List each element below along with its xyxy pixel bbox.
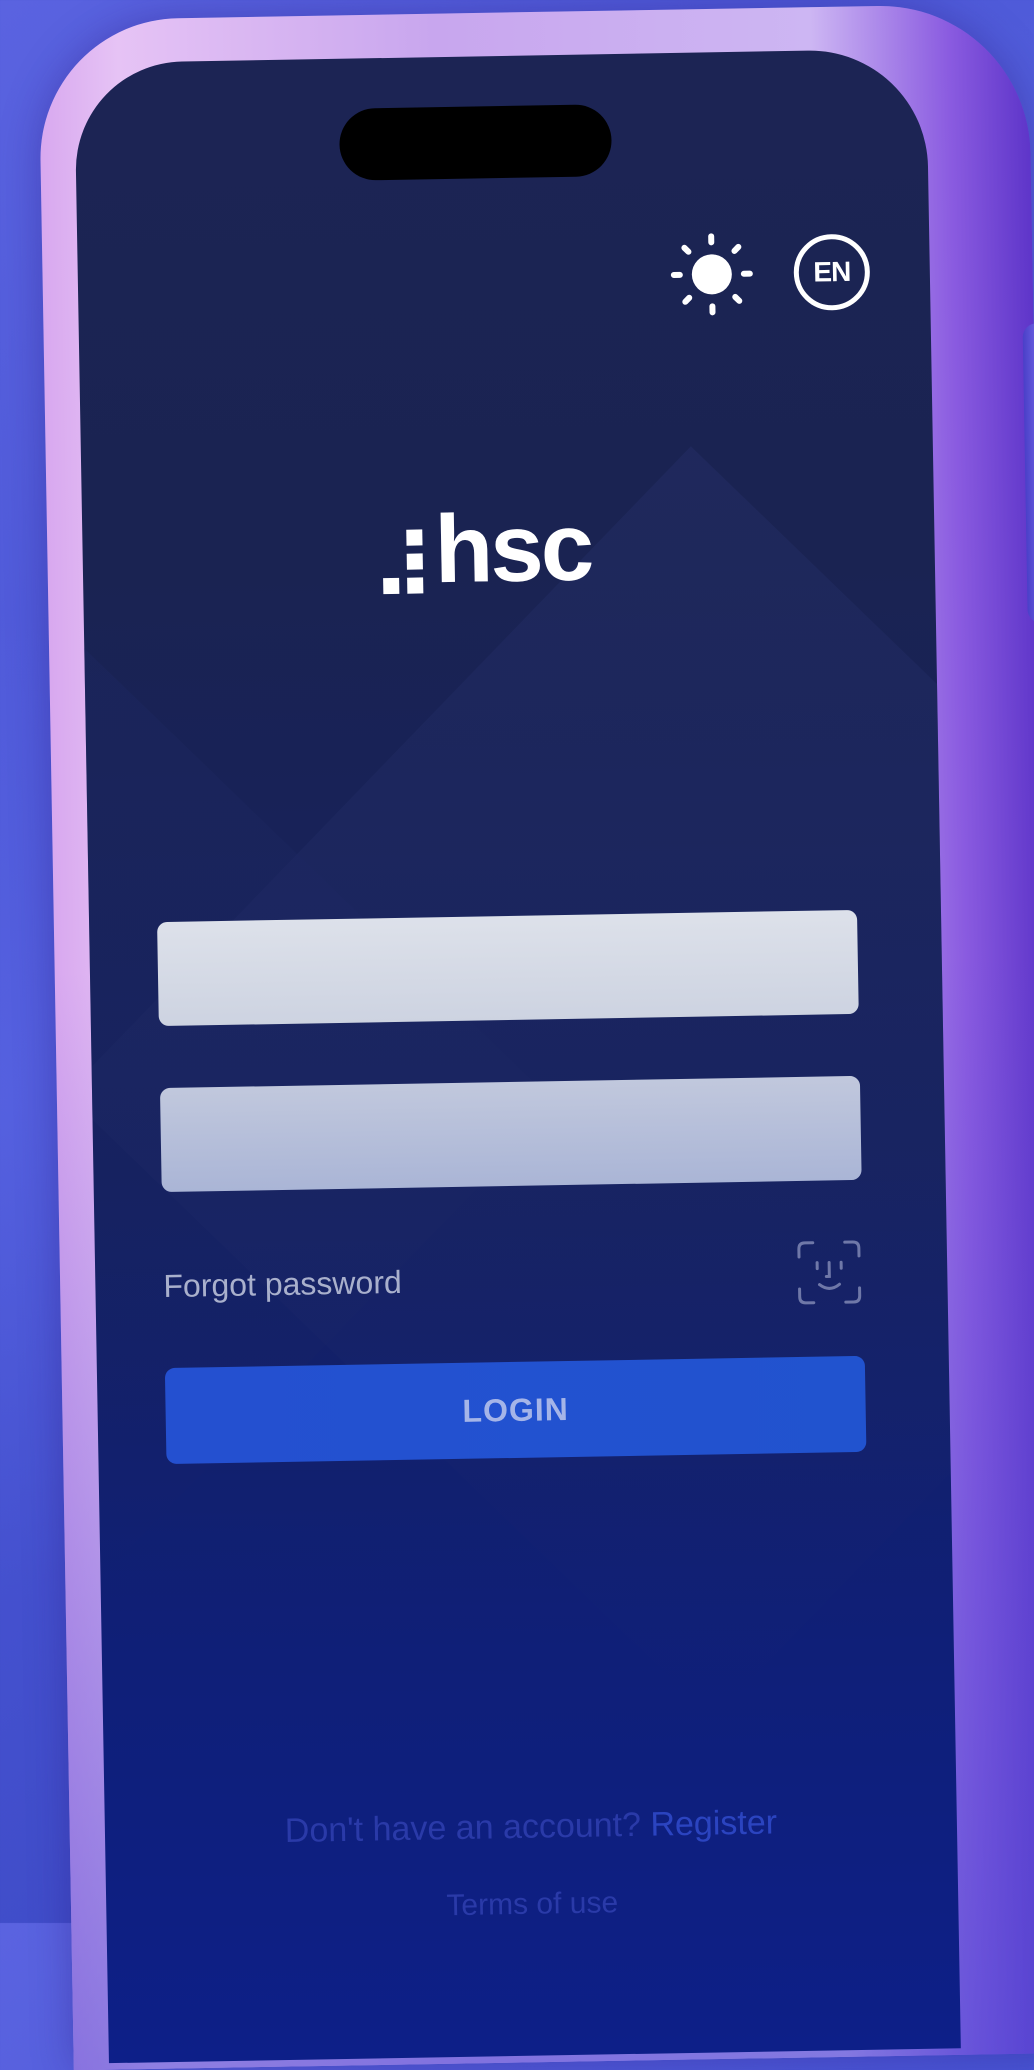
dynamic-island [339, 104, 612, 181]
forgot-password-link[interactable]: Forgot password [163, 1264, 402, 1305]
hsc-logo: hsc [382, 504, 592, 594]
username-field[interactable] [157, 910, 859, 1026]
login-button[interactable]: LOGIN [165, 1356, 867, 1464]
sun-icon [669, 232, 754, 317]
language-label: EN [813, 256, 850, 289]
phone-side-button [1023, 323, 1034, 623]
terms-of-use-link[interactable]: Terms of use [106, 1880, 958, 1929]
phone-screen: EN hsc Forgot password LOGIN Don't have … [74, 49, 961, 2064]
logo-text: hsc [434, 504, 592, 593]
register-prompt: Don't have an account? Register [105, 1800, 958, 1854]
theme-toggle-button[interactable] [669, 232, 754, 317]
register-prompt-text: Don't have an account? [284, 1806, 641, 1850]
top-controls: EN [669, 230, 870, 317]
register-link[interactable]: Register [650, 1803, 777, 1843]
face-id-icon[interactable] [795, 1238, 864, 1307]
password-field[interactable] [160, 1076, 862, 1192]
logo-dots [382, 519, 431, 594]
language-button[interactable]: EN [793, 234, 870, 311]
